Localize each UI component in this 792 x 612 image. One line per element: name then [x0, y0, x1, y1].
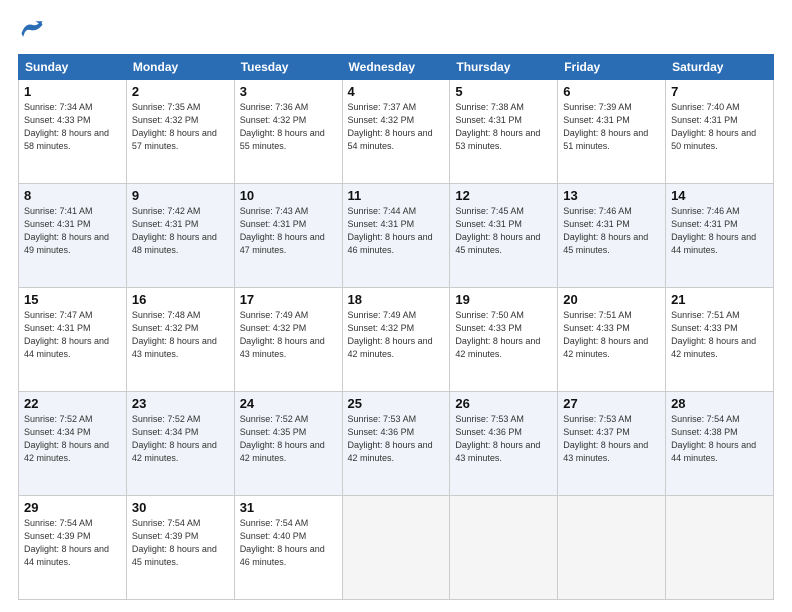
calendar-week-row: 29 Sunrise: 7:54 AMSunset: 4:39 PMDaylig… — [19, 496, 774, 600]
table-row: 27 Sunrise: 7:53 AMSunset: 4:37 PMDaylig… — [558, 392, 666, 496]
col-monday: Monday — [126, 55, 234, 80]
col-wednesday: Wednesday — [342, 55, 450, 80]
table-row: 13 Sunrise: 7:46 AMSunset: 4:31 PMDaylig… — [558, 184, 666, 288]
col-friday: Friday — [558, 55, 666, 80]
table-row: 16 Sunrise: 7:48 AMSunset: 4:32 PMDaylig… — [126, 288, 234, 392]
logo — [18, 16, 50, 44]
table-row: 30 Sunrise: 7:54 AMSunset: 4:39 PMDaylig… — [126, 496, 234, 600]
table-row: 21 Sunrise: 7:51 AMSunset: 4:33 PMDaylig… — [666, 288, 774, 392]
table-row: 29 Sunrise: 7:54 AMSunset: 4:39 PMDaylig… — [19, 496, 127, 600]
table-row: 26 Sunrise: 7:53 AMSunset: 4:36 PMDaylig… — [450, 392, 558, 496]
table-row: 20 Sunrise: 7:51 AMSunset: 4:33 PMDaylig… — [558, 288, 666, 392]
table-row: 1 Sunrise: 7:34 AMSunset: 4:33 PMDayligh… — [19, 80, 127, 184]
table-row: 24 Sunrise: 7:52 AMSunset: 4:35 PMDaylig… — [234, 392, 342, 496]
table-row: 10 Sunrise: 7:43 AMSunset: 4:31 PMDaylig… — [234, 184, 342, 288]
table-row: 8 Sunrise: 7:41 AMSunset: 4:31 PMDayligh… — [19, 184, 127, 288]
col-thursday: Thursday — [450, 55, 558, 80]
calendar-week-row: 15 Sunrise: 7:47 AMSunset: 4:31 PMDaylig… — [19, 288, 774, 392]
calendar-header-row: Sunday Monday Tuesday Wednesday Thursday… — [19, 55, 774, 80]
table-row: 17 Sunrise: 7:49 AMSunset: 4:32 PMDaylig… — [234, 288, 342, 392]
col-sunday: Sunday — [19, 55, 127, 80]
table-row: 25 Sunrise: 7:53 AMSunset: 4:36 PMDaylig… — [342, 392, 450, 496]
table-row: 11 Sunrise: 7:44 AMSunset: 4:31 PMDaylig… — [342, 184, 450, 288]
table-row: 31 Sunrise: 7:54 AMSunset: 4:40 PMDaylig… — [234, 496, 342, 600]
table-row: 12 Sunrise: 7:45 AMSunset: 4:31 PMDaylig… — [450, 184, 558, 288]
empty-cell — [666, 496, 774, 600]
empty-cell — [450, 496, 558, 600]
page: Sunday Monday Tuesday Wednesday Thursday… — [0, 0, 792, 612]
table-row: 2 Sunrise: 7:35 AMSunset: 4:32 PMDayligh… — [126, 80, 234, 184]
table-row: 18 Sunrise: 7:49 AMSunset: 4:32 PMDaylig… — [342, 288, 450, 392]
table-row: 23 Sunrise: 7:52 AMSunset: 4:34 PMDaylig… — [126, 392, 234, 496]
table-row: 14 Sunrise: 7:46 AMSunset: 4:31 PMDaylig… — [666, 184, 774, 288]
empty-cell — [342, 496, 450, 600]
table-row: 28 Sunrise: 7:54 AMSunset: 4:38 PMDaylig… — [666, 392, 774, 496]
calendar-week-row: 8 Sunrise: 7:41 AMSunset: 4:31 PMDayligh… — [19, 184, 774, 288]
table-row: 4 Sunrise: 7:37 AMSunset: 4:32 PMDayligh… — [342, 80, 450, 184]
table-row: 7 Sunrise: 7:40 AMSunset: 4:31 PMDayligh… — [666, 80, 774, 184]
col-saturday: Saturday — [666, 55, 774, 80]
calendar-week-row: 22 Sunrise: 7:52 AMSunset: 4:34 PMDaylig… — [19, 392, 774, 496]
logo-icon — [18, 16, 46, 44]
table-row: 19 Sunrise: 7:50 AMSunset: 4:33 PMDaylig… — [450, 288, 558, 392]
table-row: 6 Sunrise: 7:39 AMSunset: 4:31 PMDayligh… — [558, 80, 666, 184]
table-row: 5 Sunrise: 7:38 AMSunset: 4:31 PMDayligh… — [450, 80, 558, 184]
table-row: 15 Sunrise: 7:47 AMSunset: 4:31 PMDaylig… — [19, 288, 127, 392]
col-tuesday: Tuesday — [234, 55, 342, 80]
calendar-week-row: 1 Sunrise: 7:34 AMSunset: 4:33 PMDayligh… — [19, 80, 774, 184]
table-row: 9 Sunrise: 7:42 AMSunset: 4:31 PMDayligh… — [126, 184, 234, 288]
header — [18, 16, 774, 44]
table-row: 3 Sunrise: 7:36 AMSunset: 4:32 PMDayligh… — [234, 80, 342, 184]
empty-cell — [558, 496, 666, 600]
calendar-table: Sunday Monday Tuesday Wednesday Thursday… — [18, 54, 774, 600]
table-row: 22 Sunrise: 7:52 AMSunset: 4:34 PMDaylig… — [19, 392, 127, 496]
